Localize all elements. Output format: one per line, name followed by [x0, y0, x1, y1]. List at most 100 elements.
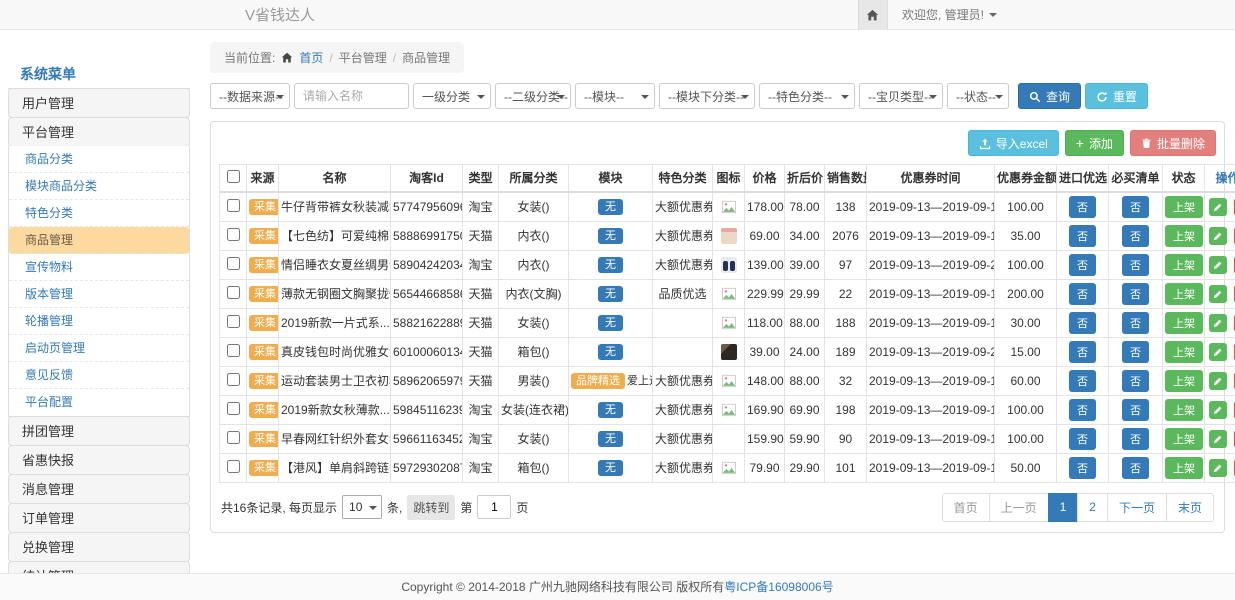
sidebar-item[interactable]: 版本管理 — [9, 281, 189, 308]
import-select-toggle[interactable]: 否 — [1069, 457, 1096, 479]
edit-button[interactable] — [1209, 227, 1227, 245]
edit-button[interactable] — [1209, 285, 1227, 303]
row-checkbox[interactable] — [227, 257, 240, 270]
edit-button[interactable] — [1209, 401, 1227, 419]
import-select-toggle[interactable]: 否 — [1069, 283, 1096, 305]
must-buy-toggle[interactable]: 否 — [1122, 457, 1149, 479]
item-type-select[interactable]: --宝贝类型-- — [859, 83, 943, 109]
icp-link[interactable]: 粤ICP备16098006号 — [724, 580, 833, 594]
status-select[interactable]: --状态-- — [947, 83, 1009, 109]
add-button[interactable]: +添加 — [1065, 130, 1124, 156]
page-number-input[interactable] — [477, 495, 511, 519]
sidebar-item[interactable]: 平台配置 — [9, 389, 189, 416]
sidebar-section[interactable]: 省惠快报 — [8, 445, 190, 475]
must-buy-toggle[interactable]: 否 — [1122, 341, 1149, 363]
sidebar-item[interactable]: 宣传物料 — [9, 254, 189, 281]
actions-cell — [1205, 308, 1235, 337]
status-button[interactable]: 上架 — [1165, 341, 1203, 363]
sidebar-section[interactable]: 统计管理 — [8, 561, 190, 573]
data-source-select[interactable]: --数据来源-- — [210, 83, 290, 109]
next-page-button[interactable]: 下一页 — [1107, 493, 1167, 522]
breadcrumb-home-link[interactable]: 首页 — [299, 49, 323, 66]
import-select-toggle[interactable]: 否 — [1069, 196, 1096, 218]
must-buy-toggle[interactable]: 否 — [1122, 428, 1149, 450]
category2-select[interactable]: --二级分类-- — [495, 83, 571, 109]
edit-button[interactable] — [1209, 372, 1227, 390]
table-row: 采集 牛仔背带裤女秋装减龄... 577479560965 淘宝 女装() 无 … — [220, 192, 1235, 222]
sidebar-item[interactable]: 启动页管理 — [9, 335, 189, 362]
sidebar-section[interactable]: 订单管理 — [8, 503, 190, 533]
category1-select[interactable]: 一级分类 — [413, 83, 491, 109]
sidebar-item[interactable]: 模块商品分类 — [9, 173, 189, 200]
sidebar-section[interactable]: 消息管理 — [8, 474, 190, 504]
must-buy-toggle[interactable]: 否 — [1122, 370, 1149, 392]
must-buy-toggle[interactable]: 否 — [1122, 312, 1149, 334]
import-select-toggle[interactable]: 否 — [1069, 254, 1096, 276]
edit-button[interactable] — [1209, 256, 1227, 274]
import-select-toggle[interactable]: 否 — [1069, 312, 1096, 334]
name-search-input[interactable] — [294, 83, 409, 109]
sidebar-item[interactable]: 轮播管理 — [9, 308, 189, 335]
row-checkbox[interactable] — [227, 460, 240, 473]
reset-button[interactable]: 重置 — [1085, 83, 1148, 109]
row-checkbox[interactable] — [227, 344, 240, 357]
status-button[interactable]: 上架 — [1165, 283, 1203, 305]
must-buy-toggle[interactable]: 否 — [1122, 196, 1149, 218]
import-select-toggle[interactable]: 否 — [1069, 399, 1096, 421]
must-buy-toggle[interactable]: 否 — [1122, 399, 1149, 421]
must-buy-toggle[interactable]: 否 — [1122, 283, 1149, 305]
user-menu[interactable]: 欢迎您, 管理员! — [902, 6, 997, 23]
sidebar-section[interactable]: 拼团管理 — [8, 416, 190, 446]
row-checkbox[interactable] — [227, 199, 240, 212]
first-page-button[interactable]: 首页 — [942, 493, 990, 522]
last-page-button[interactable]: 末页 — [1166, 493, 1214, 522]
row-checkbox[interactable] — [227, 315, 240, 328]
status-button[interactable]: 上架 — [1165, 254, 1203, 276]
page-2-button[interactable]: 2 — [1077, 493, 1108, 522]
search-button[interactable]: 查询 — [1018, 83, 1081, 109]
edit-button[interactable] — [1209, 198, 1227, 216]
module-select[interactable]: --模块-- — [575, 83, 655, 109]
edit-button[interactable] — [1209, 314, 1227, 332]
status-button[interactable]: 上架 — [1165, 370, 1203, 392]
edit-button[interactable] — [1209, 459, 1227, 477]
category-cell: 箱包() — [499, 453, 569, 482]
module-sub-select[interactable]: --模块下分类-- — [659, 83, 755, 109]
per-page-select[interactable]: 10 — [342, 495, 382, 519]
status-button[interactable]: 上架 — [1165, 225, 1203, 247]
category-cell: 女装() — [499, 192, 569, 222]
sidebar-item[interactable]: 商品管理 — [9, 227, 189, 254]
page-1-button[interactable]: 1 — [1048, 493, 1079, 522]
sidebar-item[interactable]: 商品分类 — [9, 146, 189, 173]
row-checkbox[interactable] — [227, 286, 240, 299]
edit-button[interactable] — [1209, 343, 1227, 361]
edit-button[interactable] — [1209, 430, 1227, 448]
must-buy-toggle[interactable]: 否 — [1122, 225, 1149, 247]
row-checkbox[interactable] — [227, 373, 240, 386]
import-select-toggle[interactable]: 否 — [1069, 341, 1096, 363]
home-button[interactable] — [858, 0, 888, 30]
status-button[interactable]: 上架 — [1165, 312, 1203, 334]
status-button[interactable]: 上架 — [1165, 196, 1203, 218]
special-category-select[interactable]: --特色分类-- — [759, 83, 855, 109]
sidebar-item[interactable]: 特色分类 — [9, 200, 189, 227]
import-excel-button[interactable]: 导入excel — [968, 130, 1059, 156]
sidebar-section[interactable]: 兑换管理 — [8, 532, 190, 562]
table-header-row: 来源名称淘客Id类型所属分类模块特色分类图标价格折后价销售数量优惠券时间优惠券金… — [220, 165, 1235, 192]
import-select-toggle[interactable]: 否 — [1069, 428, 1096, 450]
sidebar-section[interactable]: 用户管理 — [8, 88, 190, 118]
status-button[interactable]: 上架 — [1165, 428, 1203, 450]
import-select-toggle[interactable]: 否 — [1069, 370, 1096, 392]
row-checkbox[interactable] — [227, 228, 240, 241]
import-select-toggle[interactable]: 否 — [1069, 225, 1096, 247]
batch-delete-button[interactable]: 批量删除 — [1130, 130, 1216, 156]
row-checkbox[interactable] — [227, 402, 240, 415]
select-all-checkbox[interactable] — [227, 170, 240, 183]
sidebar-item[interactable]: 意见反馈 — [9, 362, 189, 389]
prev-page-button[interactable]: 上一页 — [989, 493, 1049, 522]
must-buy-toggle[interactable]: 否 — [1122, 254, 1149, 276]
row-checkbox[interactable] — [227, 431, 240, 444]
sidebar-section[interactable]: 平台管理 — [8, 117, 190, 147]
status-button[interactable]: 上架 — [1165, 399, 1203, 421]
status-button[interactable]: 上架 — [1165, 457, 1203, 479]
